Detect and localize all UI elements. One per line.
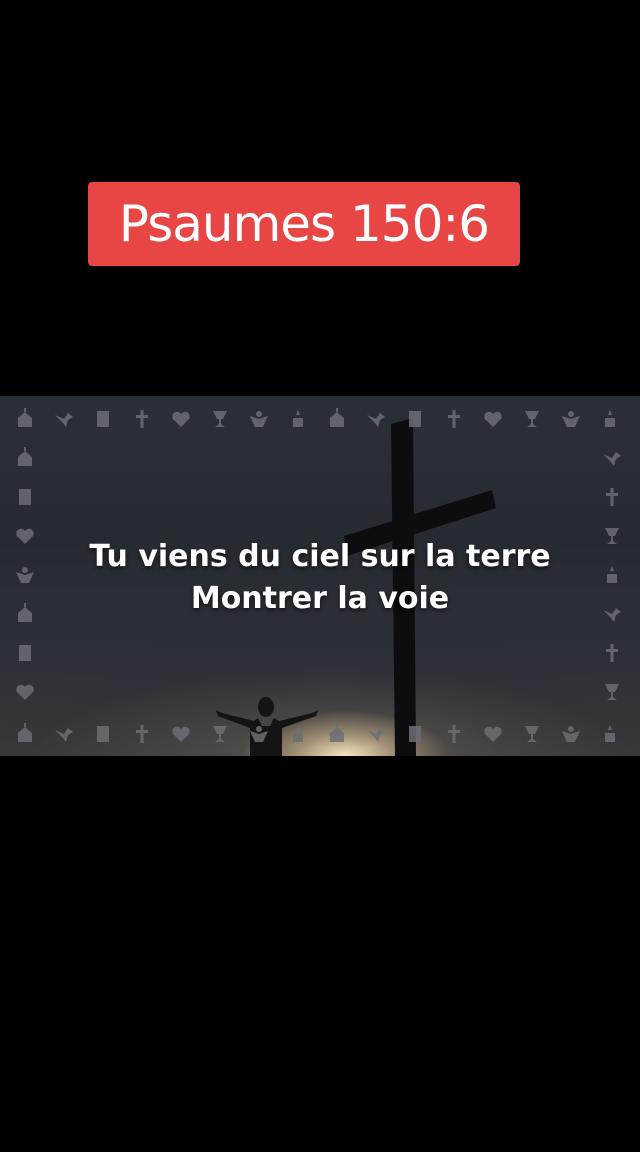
lyrics-line-1: Tu viens du ciel sur la terre bbox=[89, 539, 551, 574]
border-dove-icon bbox=[367, 413, 385, 427]
border-heart-icon bbox=[172, 411, 190, 427]
border-cross-icon bbox=[606, 644, 618, 662]
video-frame[interactable]: Tu viens du ciel sur la terre Montrer la… bbox=[0, 396, 640, 756]
border-cross-icon bbox=[136, 725, 148, 743]
border-angel-icon bbox=[562, 411, 580, 427]
border-chalice-icon bbox=[605, 684, 619, 700]
person-silhouette bbox=[216, 697, 318, 756]
border-dove-icon bbox=[55, 413, 73, 427]
border-angel-icon bbox=[562, 726, 580, 742]
border-candle-icon bbox=[293, 725, 303, 742]
border-bible-icon bbox=[19, 645, 31, 661]
border-dove-icon bbox=[55, 728, 73, 742]
border-angel-icon bbox=[250, 411, 268, 427]
border-chalice-icon bbox=[525, 726, 539, 742]
border-church-icon bbox=[330, 408, 344, 427]
border-church-icon bbox=[18, 447, 32, 466]
verse-title: Psaumes 150:6 bbox=[118, 195, 490, 253]
border-heart-icon bbox=[172, 726, 190, 742]
lyrics-line-2: Montrer la voie bbox=[190, 581, 450, 616]
border-chalice-icon bbox=[213, 411, 227, 427]
verse-title-badge: Psaumes 150:6 bbox=[88, 182, 520, 266]
border-bible-icon bbox=[409, 411, 421, 427]
border-dove-icon bbox=[603, 452, 621, 466]
border-church-icon bbox=[18, 723, 32, 742]
border-bible-icon bbox=[97, 726, 109, 742]
border-cross-icon bbox=[606, 488, 618, 506]
lyrics-caption: Tu viens du ciel sur la terre Montrer la… bbox=[0, 536, 640, 620]
border-bible-icon bbox=[409, 726, 421, 742]
border-bible-icon bbox=[19, 489, 31, 505]
border-church-icon bbox=[330, 723, 344, 742]
border-dove-icon bbox=[367, 728, 385, 742]
border-candle-icon bbox=[293, 410, 303, 427]
border-candle-icon bbox=[605, 410, 615, 427]
border-chalice-icon bbox=[525, 411, 539, 427]
border-heart-icon bbox=[16, 684, 34, 700]
border-church-icon bbox=[18, 408, 32, 427]
border-cross-icon bbox=[448, 725, 460, 743]
border-cross-icon bbox=[448, 410, 460, 428]
border-heart-icon bbox=[484, 411, 502, 427]
border-heart-icon bbox=[484, 726, 502, 742]
border-bible-icon bbox=[97, 411, 109, 427]
border-candle-icon bbox=[605, 725, 615, 742]
border-cross-icon bbox=[136, 410, 148, 428]
border-chalice-icon bbox=[213, 726, 227, 742]
